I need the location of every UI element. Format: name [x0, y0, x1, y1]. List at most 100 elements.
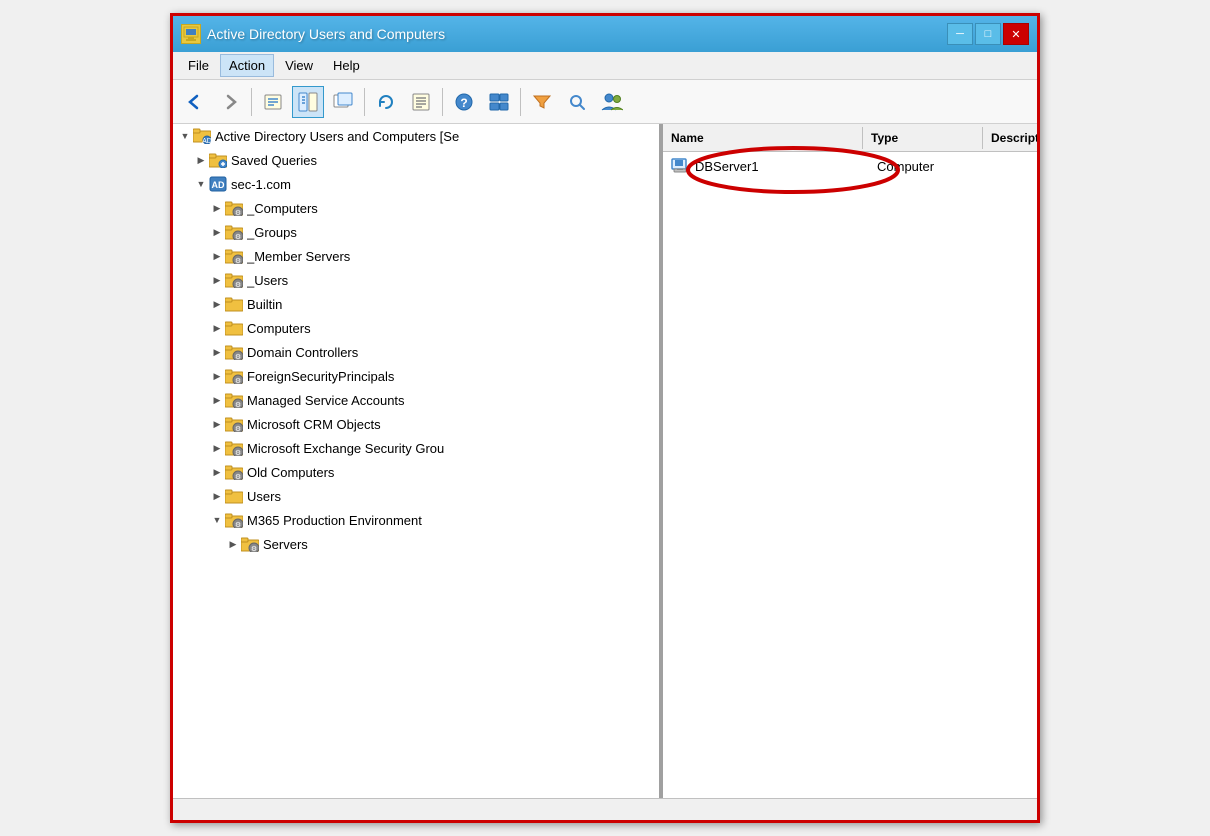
- header-desc[interactable]: Description: [983, 127, 1037, 149]
- refresh-button[interactable]: [370, 86, 402, 118]
- tree-row-dc[interactable]: ▶ ⚙: [173, 340, 659, 364]
- svg-text:⚙: ⚙: [235, 449, 241, 456]
- toggle-dc[interactable]: ▶: [209, 344, 225, 360]
- menu-help[interactable]: Help: [324, 54, 369, 77]
- svg-text:⚙: ⚙: [251, 545, 257, 552]
- filter-button[interactable]: [526, 86, 558, 118]
- tree-node-exchange: ▶ ⚙: [173, 436, 659, 460]
- old-computers-icon: ⚙: [225, 463, 243, 481]
- toggle-users-ou[interactable]: ▶: [209, 272, 225, 288]
- tree-row-users-ou[interactable]: ▶ ⚙: [173, 268, 659, 292]
- toggle-crm[interactable]: ▶: [209, 416, 225, 432]
- menu-file[interactable]: File: [179, 54, 218, 77]
- tree-row-computers-ou[interactable]: ▶ ⚙: [173, 196, 659, 220]
- tree-row-m365[interactable]: ▼ ⚙: [173, 508, 659, 532]
- new-window-button[interactable]: [327, 86, 359, 118]
- tree-row-old-computers[interactable]: ▶ ⚙: [173, 460, 659, 484]
- tree-node-member-servers-ou: ▶ ⚙: [173, 244, 659, 268]
- fsp-icon: ⚙: [225, 367, 243, 385]
- help-button[interactable]: ?: [448, 86, 480, 118]
- servers-icon: ⚙: [241, 535, 259, 553]
- toggle-saved-queries[interactable]: ▶: [193, 152, 209, 168]
- header-name[interactable]: Name: [663, 127, 863, 149]
- forward-button[interactable]: [214, 86, 246, 118]
- toggle-users[interactable]: ▶: [209, 488, 225, 504]
- tree-node-users: ▶ Users: [173, 484, 659, 508]
- dbserver1-type: Computer: [877, 159, 997, 174]
- export-button[interactable]: [405, 86, 437, 118]
- menu-action[interactable]: Action: [220, 54, 274, 77]
- toggle-member-servers-ou[interactable]: ▶: [209, 248, 225, 264]
- close-button[interactable]: ✕: [1003, 23, 1029, 45]
- users-button[interactable]: [596, 86, 628, 118]
- tree-row-saved-queries[interactable]: ▶ Saved: [173, 148, 659, 172]
- tree-row-domain[interactable]: ▼ AD sec-1.com: [173, 172, 659, 196]
- search-button[interactable]: [561, 86, 593, 118]
- toggle-computers[interactable]: ▶: [209, 320, 225, 336]
- main-content: ▼ AD Active Directory Users and Computer…: [173, 124, 1037, 798]
- list-headers: Name Type Description: [663, 124, 1037, 152]
- minimize-button[interactable]: ─: [947, 23, 973, 45]
- dc-label: Domain Controllers: [247, 345, 358, 360]
- saved-queries-icon: [209, 151, 227, 169]
- toggle-builtin[interactable]: ▶: [209, 296, 225, 312]
- toggle-exchange[interactable]: ▶: [209, 440, 225, 456]
- list-item-dbserver1[interactable]: DBServer1 Computer: [663, 154, 1037, 178]
- crm-icon: ⚙: [225, 415, 243, 433]
- toggle-fsp[interactable]: ▶: [209, 368, 225, 384]
- tree-toggle-root[interactable]: ▼: [177, 128, 193, 144]
- tree-node-fsp: ▶ ⚙: [173, 364, 659, 388]
- tree-node-computers: ▶ Computers: [173, 316, 659, 340]
- tree-row-users[interactable]: ▶ Users: [173, 484, 659, 508]
- tree-row-root[interactable]: ▼ AD Active Directory Users and Computer…: [173, 124, 659, 148]
- toggle-old-computers[interactable]: ▶: [209, 464, 225, 480]
- dc-icon: ⚙: [225, 343, 243, 361]
- svg-text:⚙: ⚙: [235, 257, 241, 264]
- member-servers-ou-label: _Member Servers: [247, 249, 350, 264]
- fsp-label: ForeignSecurityPrincipals: [247, 369, 394, 384]
- tree-row-computers[interactable]: ▶ Computers: [173, 316, 659, 340]
- tree-row-crm[interactable]: ▶ ⚙: [173, 412, 659, 436]
- builtin-icon: [225, 295, 243, 313]
- tree-node-msa: ▶ ⚙: [173, 388, 659, 412]
- view-list-button[interactable]: [483, 86, 515, 118]
- svg-text:⚙: ⚙: [235, 233, 241, 240]
- maximize-button[interactable]: □: [975, 23, 1001, 45]
- toggle-msa[interactable]: ▶: [209, 392, 225, 408]
- toggle-computers-ou[interactable]: ▶: [209, 200, 225, 216]
- tree-children-m365: ▶ ⚙: [173, 532, 659, 556]
- toggle-groups-ou[interactable]: ▶: [209, 224, 225, 240]
- toggle-domain[interactable]: ▼: [193, 176, 209, 192]
- tree-row-groups-ou[interactable]: ▶ ⚙: [173, 220, 659, 244]
- properties-button[interactable]: [257, 86, 289, 118]
- header-type[interactable]: Type: [863, 127, 983, 149]
- tree-node-users-ou: ▶ ⚙: [173, 268, 659, 292]
- root-label: Active Directory Users and Computers [Se: [215, 129, 459, 144]
- tree-node-saved-queries: ▶ Saved: [173, 148, 659, 172]
- svg-text:⚙: ⚙: [235, 401, 241, 408]
- computers-icon: [225, 319, 243, 337]
- tree-row-msa[interactable]: ▶ ⚙: [173, 388, 659, 412]
- back-button[interactable]: [179, 86, 211, 118]
- toggle-servers[interactable]: ▶: [225, 536, 241, 552]
- computers-label: Computers: [247, 321, 311, 336]
- tree-row-builtin[interactable]: ▶ Builtin: [173, 292, 659, 316]
- computers-ou-label: _Computers: [247, 201, 318, 216]
- svg-text:⚙: ⚙: [235, 209, 241, 216]
- msa-icon: ⚙: [225, 391, 243, 409]
- menu-bar: File Action View Help: [173, 52, 1037, 80]
- tree-node-old-computers: ▶ ⚙: [173, 460, 659, 484]
- list-items: DBServer1 Computer: [663, 152, 1037, 180]
- tree-row-member-servers-ou[interactable]: ▶ ⚙: [173, 244, 659, 268]
- menu-view[interactable]: View: [276, 54, 322, 77]
- svg-text:⚙: ⚙: [235, 521, 241, 528]
- old-computers-label: Old Computers: [247, 465, 334, 480]
- tree-node-builtin: ▶ Builtin: [173, 292, 659, 316]
- tree-row-exchange[interactable]: ▶ ⚙: [173, 436, 659, 460]
- svg-text:AD: AD: [212, 180, 225, 190]
- users-ou-label: _Users: [247, 273, 288, 288]
- console-tree-button[interactable]: [292, 86, 324, 118]
- tree-row-servers[interactable]: ▶ ⚙: [173, 532, 659, 556]
- tree-row-fsp[interactable]: ▶ ⚙: [173, 364, 659, 388]
- toggle-m365[interactable]: ▼: [209, 512, 225, 528]
